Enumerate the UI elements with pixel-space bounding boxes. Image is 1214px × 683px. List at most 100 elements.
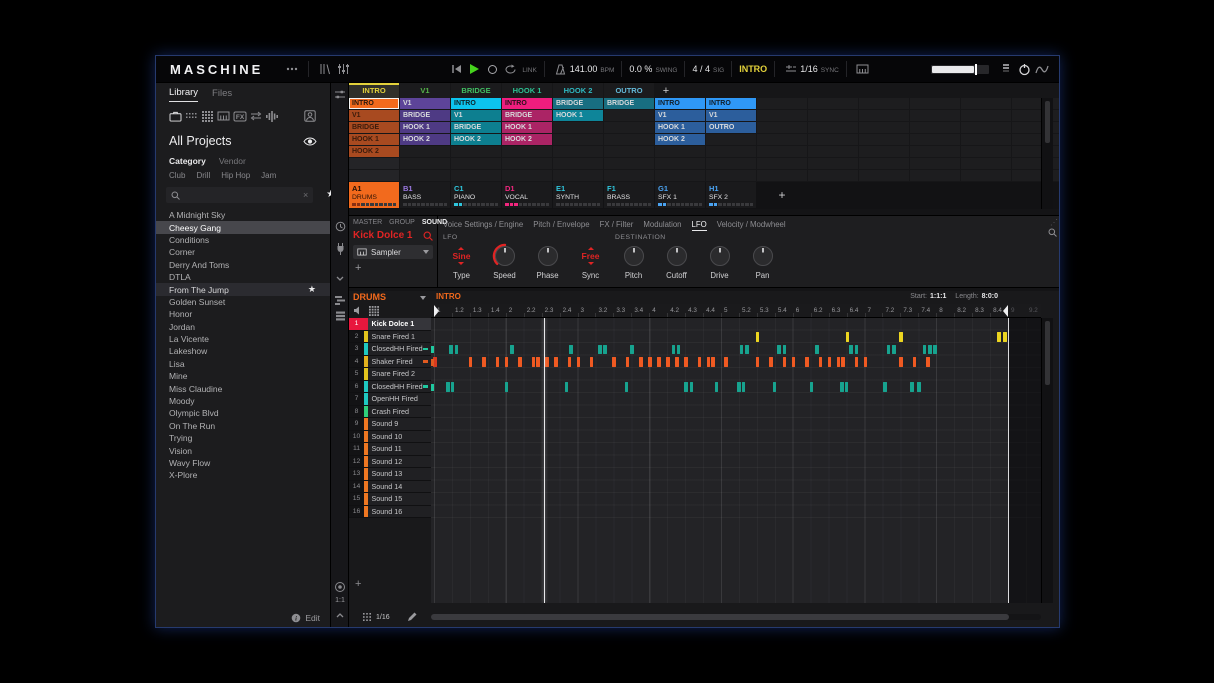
note[interactable] (928, 344, 932, 354)
zoom-level-label[interactable]: 1:1 (331, 597, 349, 604)
user-account-icon[interactable] (302, 110, 318, 122)
note[interactable] (886, 344, 891, 354)
note[interactable] (841, 357, 845, 367)
project-list-item[interactable]: La Vicente (156, 333, 330, 345)
sound-row[interactable]: 1 Kick Dolce 1 (349, 318, 431, 331)
pattern-cell[interactable] (604, 158, 654, 169)
filter-tab-category[interactable]: Category (169, 156, 206, 166)
group-tile-f1[interactable]: F1 BRASS (604, 182, 654, 208)
edit-pencil-icon[interactable] (407, 612, 417, 622)
keyboard-icon[interactable] (854, 60, 872, 78)
pattern-cell[interactable]: INTRO (349, 98, 399, 109)
tab-files[interactable]: Files (212, 85, 232, 102)
group-tile-b1[interactable]: B1 BASS (400, 182, 450, 208)
scene-tab-bridge[interactable]: BRIDGE (451, 83, 501, 98)
pattern-cell[interactable] (502, 146, 552, 157)
note[interactable] (625, 357, 630, 367)
group-tile-a1[interactable]: A1 DRUMS (349, 182, 399, 208)
pattern-cell[interactable]: V1 (655, 110, 705, 121)
group-tile-e1[interactable]: E1 SYNTH (553, 182, 603, 208)
note[interactable] (755, 332, 760, 342)
note[interactable] (630, 344, 634, 354)
note[interactable] (648, 357, 652, 367)
pattern-cell[interactable]: HOOK 1 (553, 110, 603, 121)
note[interactable] (495, 357, 500, 367)
note[interactable] (697, 357, 702, 367)
stepper-down-icon[interactable] (458, 262, 465, 265)
param-cutoff[interactable]: Cutoff (655, 240, 698, 286)
project-star-icon[interactable]: ★ (308, 284, 316, 295)
note[interactable] (518, 357, 522, 367)
scene-tab-hook-2[interactable]: HOOK 2 (553, 83, 603, 98)
pattern-cell[interactable] (706, 146, 756, 157)
note[interactable] (536, 357, 540, 367)
timeline-ruler[interactable]: 1 1.2 1.3 1.4 2 2.2 2.3 2.4 3 3.2 3.3 3.4 4 4.2 4.3 4.4… (431, 304, 1041, 318)
param-pan[interactable]: Pan (741, 240, 784, 286)
sound-name[interactable]: Kick Dolce 1 (353, 230, 423, 241)
param-speed[interactable]: Speed (483, 240, 526, 286)
pattern-cell[interactable]: V1 (706, 110, 756, 121)
record-icon[interactable] (483, 60, 501, 78)
pattern-cell[interactable] (502, 158, 552, 169)
mute-speaker-icon[interactable] (353, 306, 362, 316)
sounds-filter-icon[interactable] (200, 110, 216, 122)
note[interactable] (809, 382, 814, 392)
note[interactable] (933, 344, 937, 354)
note[interactable] (922, 344, 927, 354)
param-page-tab[interactable]: Pitch / Envelope (533, 220, 589, 231)
sound-row[interactable]: 3 ClosedHH Fired 1 (349, 343, 431, 356)
note[interactable] (899, 357, 903, 367)
pattern-cell[interactable] (451, 170, 501, 181)
pattern-cell[interactable] (655, 146, 705, 157)
tab-master[interactable]: MASTER (353, 219, 382, 226)
note[interactable] (554, 357, 558, 367)
note[interactable] (671, 344, 676, 354)
project-list-item[interactable]: Mine (156, 370, 330, 382)
note[interactable] (657, 357, 661, 367)
pattern-cell[interactable]: HOOK 2 (655, 134, 705, 145)
note[interactable] (569, 344, 573, 354)
param-phase[interactable]: Phase (526, 240, 569, 286)
pattern-cell[interactable]: OUTRO (706, 122, 756, 133)
project-list-item[interactable]: Conditions (156, 234, 330, 246)
stepper-down-icon[interactable] (587, 262, 594, 265)
pattern-cell[interactable] (349, 170, 399, 181)
pattern-cell[interactable]: INTRO (655, 98, 705, 109)
param-knob[interactable] (619, 241, 649, 271)
pattern-cell[interactable]: HOOK 2 (502, 134, 552, 145)
note[interactable] (782, 344, 787, 354)
count-in-icon[interactable] (782, 60, 800, 78)
pattern-cell[interactable] (400, 146, 450, 157)
scene-tab-intro[interactable]: INTRO (349, 83, 399, 98)
pattern-cell[interactable]: HOOK 1 (502, 122, 552, 133)
playhead[interactable] (544, 318, 546, 603)
note[interactable] (863, 357, 867, 367)
groups-filter-icon[interactable] (184, 112, 200, 120)
horizontal-scrollbar[interactable] (431, 614, 1041, 620)
project-list-item[interactable]: Trying (156, 432, 330, 444)
pattern-cell[interactable] (604, 146, 654, 157)
note[interactable] (482, 357, 486, 367)
sound-row[interactable]: 4 Shaker Fired (349, 355, 431, 368)
project-list-item[interactable]: X-Plore (156, 469, 330, 481)
pattern-cell[interactable] (655, 158, 705, 169)
note[interactable] (675, 357, 679, 367)
power-icon[interactable] (1015, 60, 1033, 78)
project-list-item[interactable]: Lakeshow (156, 345, 330, 357)
ideas-scrollbar[interactable] (1041, 98, 1053, 209)
note[interactable] (741, 382, 746, 392)
tag-drill[interactable]: Drill (196, 171, 210, 180)
pattern-cell[interactable]: INTRO (706, 98, 756, 109)
param-sync[interactable]: Free Sync (569, 240, 612, 286)
project-list-item[interactable]: Wavy Flow (156, 457, 330, 469)
note[interactable] (1003, 332, 1007, 342)
add-sound-button[interactable]: + (355, 578, 361, 590)
note-grid[interactable] (431, 318, 1041, 603)
project-list-item[interactable]: Corner (156, 246, 330, 258)
note[interactable] (854, 344, 859, 354)
search-box[interactable]: × (166, 187, 314, 203)
param-type[interactable]: Sine Type (440, 240, 483, 286)
project-list-item[interactable]: From The Jump ★ (156, 283, 330, 296)
scene-tab-v1[interactable]: V1 (400, 83, 450, 98)
note[interactable] (926, 357, 930, 367)
